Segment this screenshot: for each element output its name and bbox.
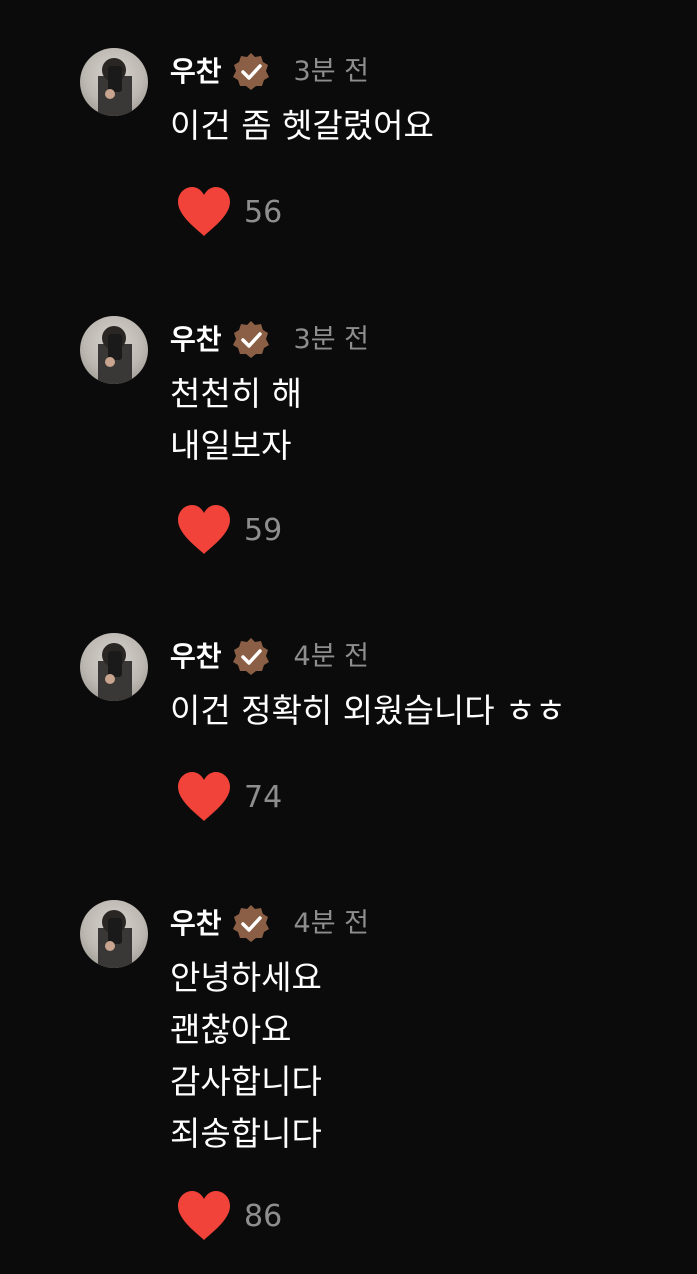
comment-time: 3분 전 <box>293 56 369 87</box>
author-name[interactable]: 우찬 <box>170 637 222 677</box>
avatar[interactable] <box>80 900 148 968</box>
like-count: 86 <box>244 1198 283 1234</box>
comment-text: 이건 정확히 외웠습니다 ㅎㅎ <box>170 691 566 730</box>
comment-text: 천천히 해 내일보자 <box>170 374 302 465</box>
like-count: 74 <box>244 779 283 815</box>
avatar-image <box>98 643 132 701</box>
comment-item: 우찬 3분 전 이건 좀 헷갈렸어요 56 <box>0 48 697 248</box>
heart-icon[interactable] <box>176 504 232 556</box>
like-count: 56 <box>244 194 283 230</box>
comment-text: 이건 좀 헷갈렸어요 <box>170 106 434 145</box>
avatar[interactable] <box>80 316 148 384</box>
comment-text: 안녕하세요 괜찮아요 감사합니다 죄송합니다 <box>170 958 322 1153</box>
avatar[interactable] <box>80 48 148 116</box>
like-button[interactable]: 56 <box>176 186 282 238</box>
verified-badge-icon <box>230 319 272 361</box>
verified-badge-icon <box>230 903 272 945</box>
like-button[interactable]: 86 <box>176 1190 282 1242</box>
avatar[interactable] <box>80 633 148 701</box>
comment-time: 3분 전 <box>293 324 369 355</box>
like-button[interactable]: 74 <box>176 771 282 823</box>
author-name[interactable]: 우찬 <box>170 320 222 360</box>
heart-icon[interactable] <box>176 186 232 238</box>
avatar-image <box>98 326 132 384</box>
author-name[interactable]: 우찬 <box>170 904 222 944</box>
verified-badge-icon <box>230 51 272 93</box>
avatar-image <box>98 910 132 968</box>
verified-badge-icon <box>230 636 272 678</box>
heart-icon[interactable] <box>176 771 232 823</box>
heart-icon[interactable] <box>176 1190 232 1242</box>
avatar-image <box>98 58 132 116</box>
comment-item: 우찬 3분 전 천천히 해 내일보자 59 <box>0 316 697 556</box>
like-count: 59 <box>244 512 283 548</box>
comment-time: 4분 전 <box>293 641 369 672</box>
comment-item: 우찬 4분 전 이건 정확히 외웠습니다 ㅎㅎ 74 <box>0 633 697 833</box>
like-button[interactable]: 59 <box>176 504 282 556</box>
comment-item: 우찬 4분 전 안녕하세요 괜찮아요 감사합니다 죄송합니다 86 <box>0 900 697 1240</box>
author-name[interactable]: 우찬 <box>170 52 222 92</box>
comment-time: 4분 전 <box>293 908 369 939</box>
